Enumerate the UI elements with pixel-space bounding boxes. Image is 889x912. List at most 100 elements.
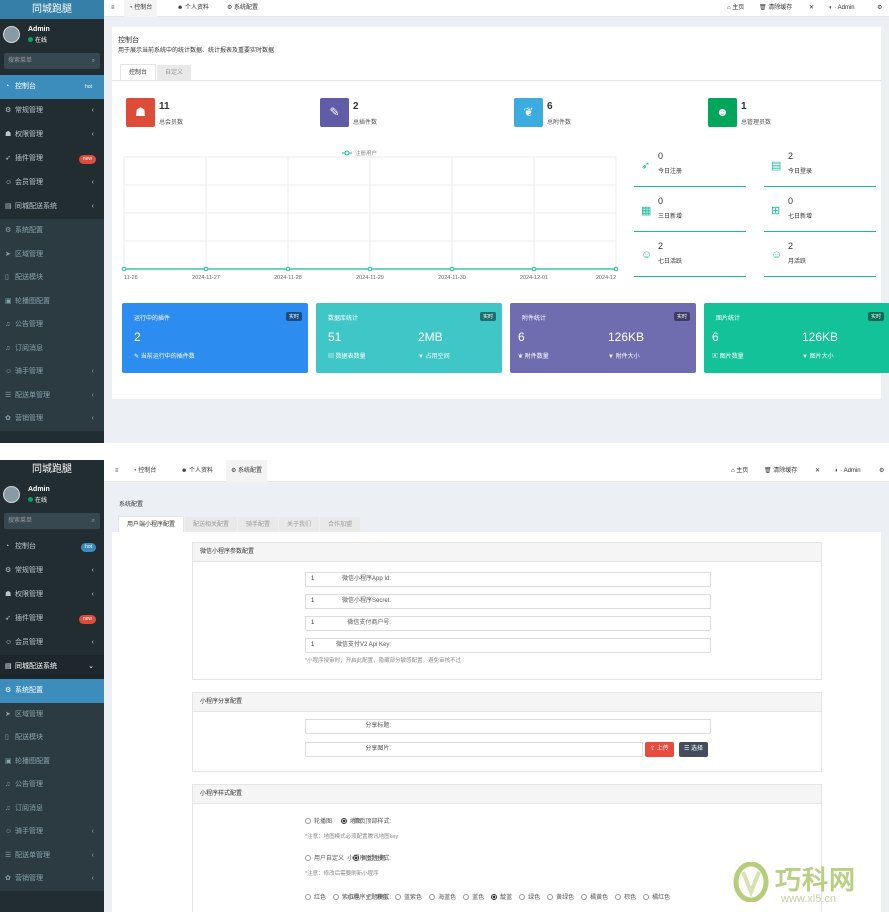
tab-rider-config[interactable]: 骑手配置 [238, 517, 279, 533]
fullscreen-icon[interactable]: ✕ [810, 460, 825, 482]
sidebar-item-subscribe[interactable]: ♫ 订阅消息 [0, 337, 104, 361]
search-icon[interactable]: ⌕ [92, 53, 95, 69]
radio-theme-color[interactable]: 橘黄色 [581, 894, 608, 901]
settings-icon[interactable]: ⚙ [874, 460, 889, 482]
sidebar-item-marketing[interactable]: ✿ 营销管理 ‹ [0, 867, 104, 891]
rocket-icon: ➶ [5, 155, 11, 162]
menu-toggle-icon[interactable]: ≡ [110, 460, 124, 482]
sidebar-item-dashboard[interactable]: ◔ 控制台 hot [0, 75, 104, 99]
chevron-left-icon: ‹ [91, 639, 94, 646]
sidebar-item-members[interactable]: ☺ 会员管理 ‹ [0, 171, 104, 195]
sidebar-item-delivery[interactable]: ▤ 同城配送系统 ⌄ [0, 655, 104, 679]
logo[interactable]: 同城跑腿 [0, 0, 104, 19]
sidebar-item-banner[interactable]: ▣ 轮播图配置 [0, 290, 104, 314]
sidebar-item-members[interactable]: ☺ 会员管理 ‹ [0, 631, 104, 655]
settings-icon[interactable]: ⚙ [872, 0, 887, 17]
sidebar-item-delivery[interactable]: ▤ 同城配送系统 ‹ [0, 195, 104, 219]
tab-about-us[interactable]: 关于我们 [279, 517, 320, 533]
radio-map[interactable]: 地图 [340, 818, 362, 825]
tab-console[interactable]: 控制台 [120, 64, 157, 80]
user-circle-icon: ☺ [5, 828, 13, 835]
sidebar-search-input[interactable]: 搜索菜单 ⌕ [4, 513, 100, 529]
tab-delivery-config[interactable]: 配送相关配置 [185, 517, 238, 533]
radio-theme-color[interactable]: 红色 [305, 894, 326, 901]
mchid-input[interactable]: 1 [305, 616, 711, 631]
tab-profile[interactable]: ☻ 个人资料 [172, 0, 214, 17]
tab-dashboard[interactable]: ◔ 控制台 [128, 460, 161, 482]
tab-dashboard[interactable]: ◔ 控制台 [124, 0, 158, 17]
user-circle-icon: ☺ [5, 368, 13, 375]
secret-input[interactable]: 1 [305, 594, 711, 609]
sidebar-item-region[interactable]: ➤ 区域管理 [0, 703, 104, 727]
sidebar-search-input[interactable]: 搜索菜单 ⌕ [4, 53, 100, 69]
sidebar-item-sys-config[interactable]: ⚙ 系统配置 [0, 679, 104, 703]
dashboard-tabs: 控制台 自定义 [120, 64, 192, 81]
logo[interactable]: 同城跑腿 [0, 460, 104, 479]
data-point [613, 266, 619, 272]
radio-carousel[interactable]: 轮播图 [305, 818, 332, 825]
admin-menu[interactable]: ◐ · Admin [824, 0, 860, 17]
radio-theme-color[interactable]: 黄绿色 [547, 894, 574, 901]
radio-theme-color[interactable]: 蓝色 [463, 894, 484, 901]
sidebar-item-auth[interactable]: ☗ 权限管理 ‹ [0, 583, 104, 607]
choose-button[interactable]: ☰ 选择 [679, 742, 709, 757]
share-title-input[interactable] [305, 719, 711, 734]
theme-mode-row: 小程序主题模式: 用户自定义 固定主题 [193, 852, 823, 867]
tab-join-us[interactable]: 合作加盟 [320, 517, 361, 533]
home-link[interactable]: ⌂ 主页 [722, 0, 749, 17]
radio-theme-color[interactable]: 蓝紫色 [395, 894, 422, 901]
appid-input[interactable]: 1 [305, 572, 711, 587]
apikey-input[interactable]: 1 [305, 638, 711, 653]
clear-cache-button[interactable]: 🗑 清除缓存 [759, 460, 802, 482]
sidebar-item-plugins[interactable]: ➶ 插件管理 new [0, 607, 104, 631]
upload-button[interactable]: ⇪ 上传 [645, 742, 674, 757]
x-tick-label: 11-26 [124, 275, 138, 281]
tab-user-miniapp[interactable]: 用户端小程序配置 [118, 516, 185, 532]
sidebar-item-auth[interactable]: ☗ 权限管理 ‹ [0, 123, 104, 147]
sidebar-item-sys-config[interactable]: ⚙ 系统配置 [0, 219, 104, 243]
sidebar-item-orders[interactable]: ☰ 配送单管理 ‹ [0, 844, 104, 868]
watermark-text: 巧科网 [775, 865, 857, 895]
page-description: 用于展示当前系统中的统计数据、统计报表及重要实时数据 [118, 48, 275, 54]
data-point [367, 266, 373, 272]
radio-theme-color[interactable]: 靛蓝 [491, 894, 512, 901]
file-icon: ▯ [5, 734, 9, 741]
radio-theme-color[interactable]: 紫色 [367, 894, 388, 901]
avatar [3, 486, 20, 503]
sidebar-item-plugins[interactable]: ➶ 插件管理 new [0, 147, 104, 171]
clear-cache-button[interactable]: 🗑 清除缓存 [754, 0, 797, 17]
sidebar-item-notice[interactable]: ♫ 公告管理 [0, 313, 104, 337]
search-icon[interactable]: ⌕ [92, 513, 95, 529]
sidebar-item-general[interactable]: ⚙ 常规管理 ‹ [0, 559, 104, 583]
tab-profile[interactable]: ☻ 个人资料 [176, 460, 218, 482]
admin-menu[interactable]: ◐ · Admin [830, 460, 866, 482]
sidebar-item-modules[interactable]: ▯ 配送模块 [0, 266, 104, 290]
radio-fixed-theme[interactable]: 固定主题 [352, 855, 386, 862]
sidebar-item-notice[interactable]: ♫ 公告管理 [0, 773, 104, 797]
share-image-input[interactable] [305, 742, 643, 757]
x-tick-label: 2024-12 [596, 275, 616, 281]
radio-theme-color[interactable]: 橘红色 [643, 894, 670, 901]
tab-sys-config[interactable]: ⚙ 系统配置 [222, 0, 263, 17]
sidebar-item-banner[interactable]: ▣ 轮播图配置 [0, 750, 104, 774]
radio-theme-color[interactable]: 棕色 [615, 894, 636, 901]
sidebar-item-region[interactable]: ➤ 区域管理 [0, 243, 104, 267]
radio-user-custom[interactable]: 用户自定义 [305, 855, 344, 862]
sidebar-item-subscribe[interactable]: ♫ 订阅消息 [0, 797, 104, 821]
radio-theme-color[interactable]: 海蓝色 [429, 894, 456, 901]
sidebar-item-general[interactable]: ⚙ 常规管理 ‹ [0, 99, 104, 123]
fullscreen-icon[interactable]: ✕ [804, 0, 819, 17]
radio-theme-color[interactable]: 紫红色 [333, 894, 360, 901]
sidebar-item-riders[interactable]: ☺ 骑手管理 ‹ [0, 360, 104, 384]
sidebar-item-modules[interactable]: ▯ 配送模块 [0, 726, 104, 750]
sidebar-item-orders[interactable]: ☰ 配送单管理 ‹ [0, 384, 104, 408]
home-link[interactable]: ⌂ 主页 [726, 460, 753, 482]
sidebar-item-dashboard[interactable]: ◔ 控制台 hot [0, 535, 104, 559]
tab-sys-config[interactable]: ⚙ 系统配置 [226, 460, 268, 482]
sidebar-item-marketing[interactable]: ✿ 营销管理 ‹ [0, 407, 104, 431]
radio-theme-color[interactable]: 绿色 [519, 894, 540, 901]
menu-toggle-icon[interactable]: ≡ [106, 0, 120, 17]
sidebar-item-riders[interactable]: ☺ 骑手管理 ‹ [0, 820, 104, 844]
tab-custom[interactable]: 自定义 [157, 65, 192, 81]
x-tick-label: 2024-12-01 [520, 275, 548, 281]
